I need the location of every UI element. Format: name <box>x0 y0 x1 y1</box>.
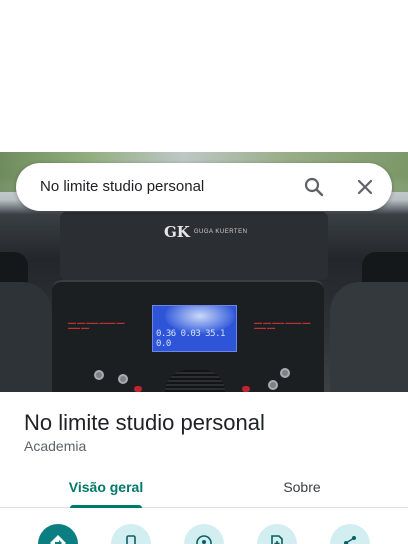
save-button[interactable] <box>257 524 297 544</box>
photo-panel-text-left: ▬▬ ▬▬ ▬▬▬ ▬▬▬▬ ▬▬ ▬▬▬ ▬▬ <box>68 320 125 330</box>
place-category[interactable]: Academia <box>24 438 86 454</box>
brand-mark: GK <box>164 223 190 241</box>
photo-button <box>118 374 128 384</box>
active-tab-indicator <box>70 505 142 508</box>
photo-button <box>94 370 104 380</box>
share-icon <box>344 536 356 544</box>
photo-red-button <box>134 386 142 392</box>
call-button[interactable] <box>111 524 151 544</box>
photo-side-panel-right <box>330 282 408 392</box>
close-icon[interactable] <box>353 175 377 199</box>
photo-button <box>280 368 290 378</box>
share-button[interactable] <box>330 524 370 544</box>
photo-red-button <box>242 386 250 392</box>
search-icon[interactable] <box>302 175 326 199</box>
nearby-button[interactable] <box>184 524 224 544</box>
photo-vent <box>165 370 225 392</box>
brand-name: GUGA KUERTEN <box>193 228 248 235</box>
photo-panel-text-right: ▬▬ ▬▬ ▬▬▬ ▬▬▬▬ ▬▬ ▬▬▬ ▬▬ <box>254 320 311 330</box>
location-icon <box>196 535 212 544</box>
directions-button[interactable] <box>38 524 78 544</box>
search-bar[interactable]: No limite studio personal <box>16 163 392 211</box>
search-input[interactable]: No limite studio personal <box>40 178 204 195</box>
display-readout: 0.36 0.03 35.1 0.0 <box>156 329 225 349</box>
photo-brand-logo: GK GUGA KUERTEN <box>164 222 247 242</box>
photo-button <box>268 380 278 390</box>
place-title: No limite studio personal <box>24 410 265 435</box>
blank-header-area <box>0 0 408 152</box>
save-icon <box>271 535 283 544</box>
tab-overview[interactable]: Visão geral <box>60 466 152 508</box>
photo-side-panel-left <box>0 282 52 392</box>
directions-icon <box>50 535 66 544</box>
phone-icon <box>126 535 136 544</box>
tab-about[interactable]: Sobre <box>256 466 348 508</box>
place-tabs: Visão geral Sobre <box>0 466 408 508</box>
photo-display-screen: 0.36 0.03 35.1 0.0 <box>152 305 237 352</box>
